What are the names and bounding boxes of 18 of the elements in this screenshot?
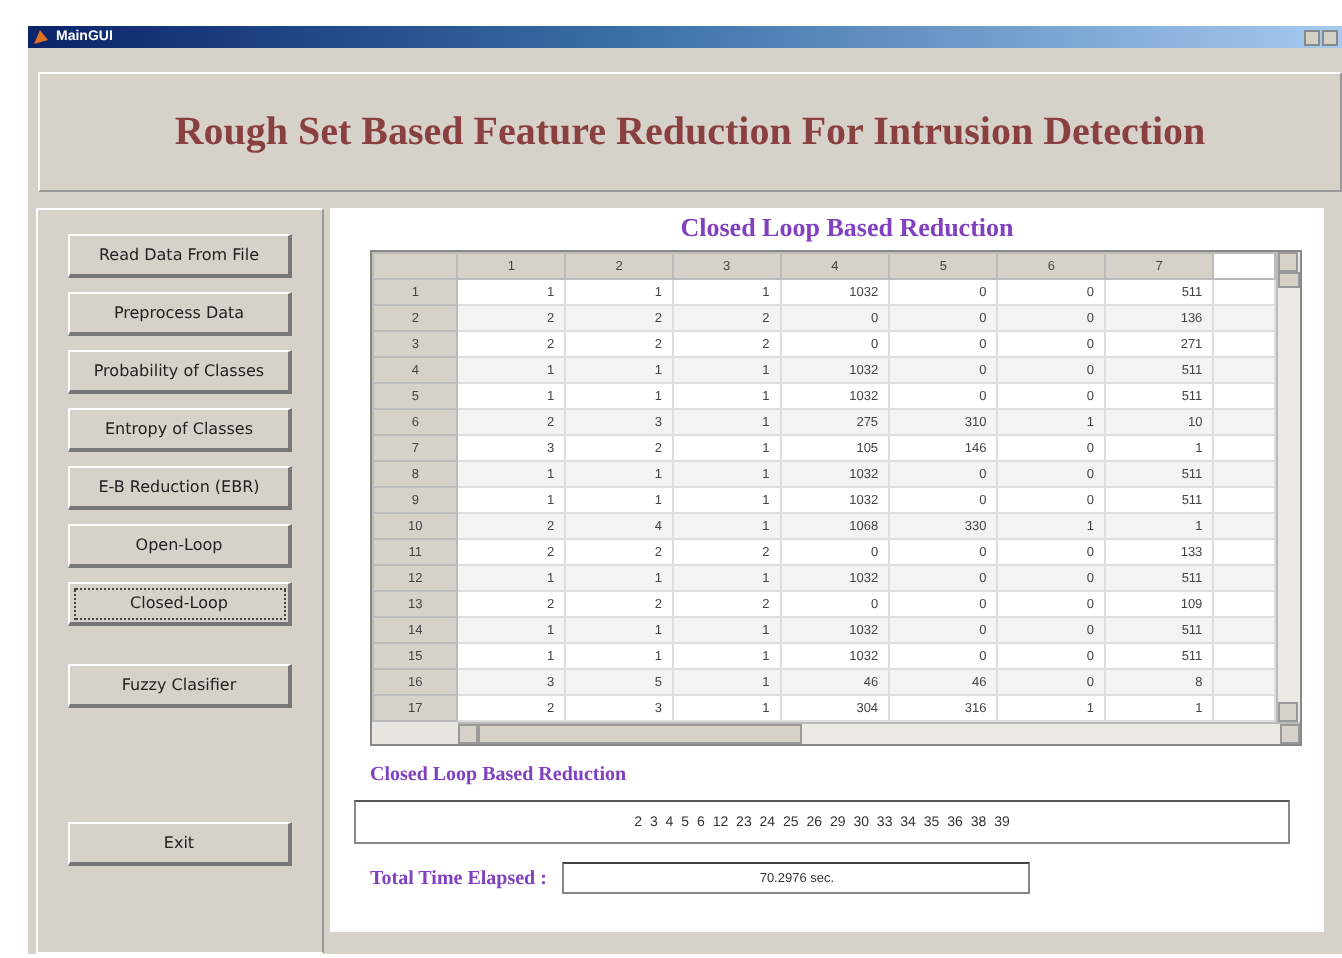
maximize-button[interactable]: [1322, 29, 1338, 45]
action-button[interactable]: E-B Reduction (EBR): [68, 466, 292, 510]
horizontal-scrollbar[interactable]: [458, 722, 1300, 744]
time-label: Total Time Elapsed :: [370, 867, 547, 889]
action-button[interactable]: Exit: [68, 822, 292, 866]
action-button[interactable]: Fuzzy Clasifier: [68, 664, 292, 708]
action-button[interactable]: Entropy of Classes: [68, 408, 292, 452]
vertical-scrollbar[interactable]: [1276, 252, 1300, 722]
panel-title: Closed Loop Based Reduction: [680, 212, 1014, 244]
app-heading: Rough Set Based Feature Reduction For Intrusion Detection: [174, 109, 1206, 155]
action-button[interactable]: Closed-Loop: [68, 582, 292, 626]
action-button[interactable]: Probability of Classes: [68, 350, 292, 394]
action-button[interactable]: Read Data From File: [68, 234, 292, 278]
result-label: Closed Loop Based Reduction: [370, 764, 627, 786]
action-button[interactable]: Preprocess Data: [68, 292, 292, 336]
app-icon: [32, 28, 50, 46]
action-button[interactable]: Open-Loop: [68, 524, 292, 568]
minimize-button[interactable]: [1304, 29, 1320, 45]
